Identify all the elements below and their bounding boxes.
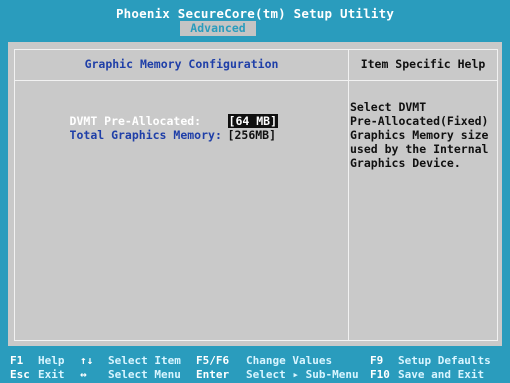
horizontal-divider [15, 80, 497, 81]
key-f1: F1 [10, 354, 24, 367]
tab-advanced[interactable]: Advanced [180, 21, 256, 36]
panel-frame: Graphic Memory Configuration Item Specif… [14, 49, 498, 341]
key-f10: F10 [370, 368, 390, 381]
key-left-right: ↔ [80, 368, 87, 381]
key-f5-f6: F5/F6 [196, 354, 230, 367]
key-enter: Enter [196, 368, 230, 381]
help-line: Pre-Allocated(Fixed) [350, 114, 489, 128]
key-desc-help: Help [38, 354, 65, 367]
help-title: Item Specific Help [360, 57, 486, 71]
key-up-down: ↑↓ [80, 354, 94, 367]
key-f9: F9 [370, 354, 384, 367]
bios-screen: Phoenix SecureCore(tm) Setup Utility Adv… [0, 0, 510, 383]
header-bar: Phoenix SecureCore(tm) Setup Utility Adv… [0, 0, 510, 40]
setting-value: [256MB] [227, 128, 277, 142]
key-desc-setup-defaults: Setup Defaults [398, 354, 491, 367]
section-title: Graphic Memory Configuration [84, 57, 279, 71]
key-desc-select-menu: Select Menu [108, 368, 181, 381]
help-line: used by the Internal [350, 142, 489, 156]
key-esc: Esc [10, 368, 30, 381]
key-desc-select-item: Select Item [108, 354, 181, 367]
help-line: Graphics Memory size [350, 128, 489, 142]
key-desc-exit: Exit [38, 368, 65, 381]
footer-bar: F1 Help ↑↓ Select Item F5/F6 Change Valu… [0, 350, 510, 383]
vertical-divider [348, 50, 349, 340]
setting-total-graphics-memory[interactable]: Total Graphics Memory: [256MB] [28, 114, 276, 156]
key-desc-select-submenu: Select ▸ Sub-Menu [246, 368, 359, 381]
help-line: Select DVMT [350, 100, 427, 114]
setting-label: Total Graphics Memory: [69, 128, 222, 142]
key-desc-save-exit: Save and Exit [398, 368, 485, 381]
help-text: Select DVMT Pre-Allocated(Fixed) Graphic… [350, 100, 490, 170]
main-panel: Graphic Memory Configuration Item Specif… [6, 40, 504, 348]
help-line: Graphics Device. [350, 156, 461, 170]
app-title: Phoenix SecureCore(tm) Setup Utility [115, 6, 395, 21]
key-desc-change-values: Change Values [246, 354, 333, 367]
